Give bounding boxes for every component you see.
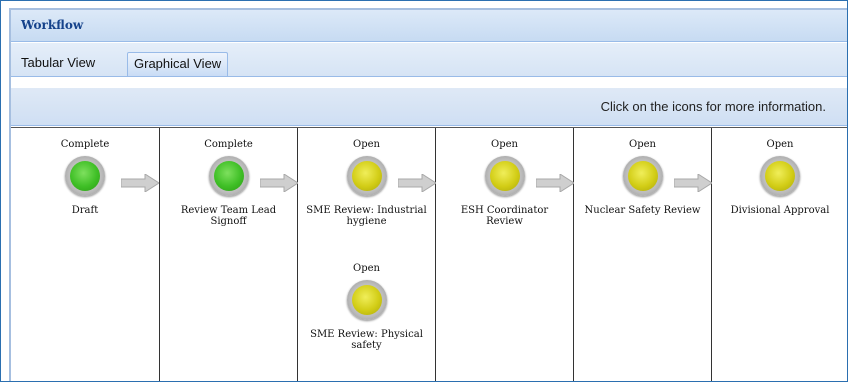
arrow-right-icon — [260, 174, 298, 192]
status-light-icon[interactable] — [346, 280, 387, 320]
arrow-right-icon — [536, 174, 574, 192]
status-light-icon[interactable] — [484, 156, 525, 196]
step-status: Open — [353, 263, 380, 274]
step-label: ESH Coordinator Review — [460, 205, 549, 227]
status-light-icon[interactable] — [760, 156, 800, 196]
light-core — [351, 161, 382, 191]
stage-column-sme-review: Open SME Review: Industrial hygiene Open… — [298, 128, 436, 382]
arrow-right-icon — [674, 174, 712, 192]
view-tabbar: Tabular View Graphical View — [11, 43, 848, 77]
info-text: Click on the icons for more information. — [600, 99, 826, 114]
stage-column-esh-coordinator: Open ESH Coordinator Review — [436, 128, 574, 382]
status-light-icon[interactable] — [622, 156, 663, 196]
step-status: Complete — [204, 139, 253, 150]
step-status: Complete — [60, 139, 110, 150]
status-light-icon[interactable] — [208, 156, 249, 196]
light-core — [765, 161, 795, 191]
arrow-right-icon — [398, 174, 436, 192]
workflow-stages: Complete Draft Complete Review Team Lead… — [11, 127, 848, 382]
step-status: Open — [766, 139, 794, 150]
stage-column-review-team-lead: Complete Review Team Lead Signoff — [160, 128, 298, 382]
light-core — [627, 161, 658, 191]
info-bar: Click on the icons for more information. — [11, 88, 848, 126]
workflow-step-sme-physical-safety: Open SME Review: Physical safety — [298, 261, 435, 351]
stage-column-draft: Complete Draft — [11, 128, 160, 382]
step-label: Draft — [71, 205, 99, 216]
workflow-panel: Workflow Tabular View Graphical View Cli… — [9, 8, 848, 382]
step-label: Nuclear Safety Review — [584, 205, 701, 216]
step-label: Divisional Approval — [730, 205, 830, 216]
stage-column-divisional-approval: Open Divisional Approval — [712, 128, 848, 382]
status-light-icon[interactable] — [65, 156, 105, 196]
step-status: Open — [629, 139, 656, 150]
light-core — [70, 161, 100, 191]
step-label: SME Review: Industrial hygiene — [306, 205, 427, 227]
panel-title: Workflow — [21, 18, 84, 32]
workflow-step-divisional-approval: Open Divisional Approval — [712, 137, 848, 216]
status-light-icon[interactable] — [346, 156, 387, 196]
arrow-right-icon — [121, 174, 159, 192]
tab-tabular-view[interactable]: Tabular View — [15, 52, 101, 76]
tab-graphical-view[interactable]: Graphical View — [127, 52, 229, 76]
light-core — [351, 285, 382, 315]
light-core — [213, 161, 244, 191]
step-status: Open — [491, 139, 518, 150]
step-label: SME Review: Physical safety — [310, 329, 423, 351]
stage-column-nuclear-safety: Open Nuclear Safety Review — [574, 128, 712, 382]
step-label: Review Team Lead Signoff — [180, 205, 277, 227]
step-status: Open — [353, 139, 380, 150]
light-core — [489, 161, 520, 191]
panel-header: Workflow — [11, 10, 848, 42]
